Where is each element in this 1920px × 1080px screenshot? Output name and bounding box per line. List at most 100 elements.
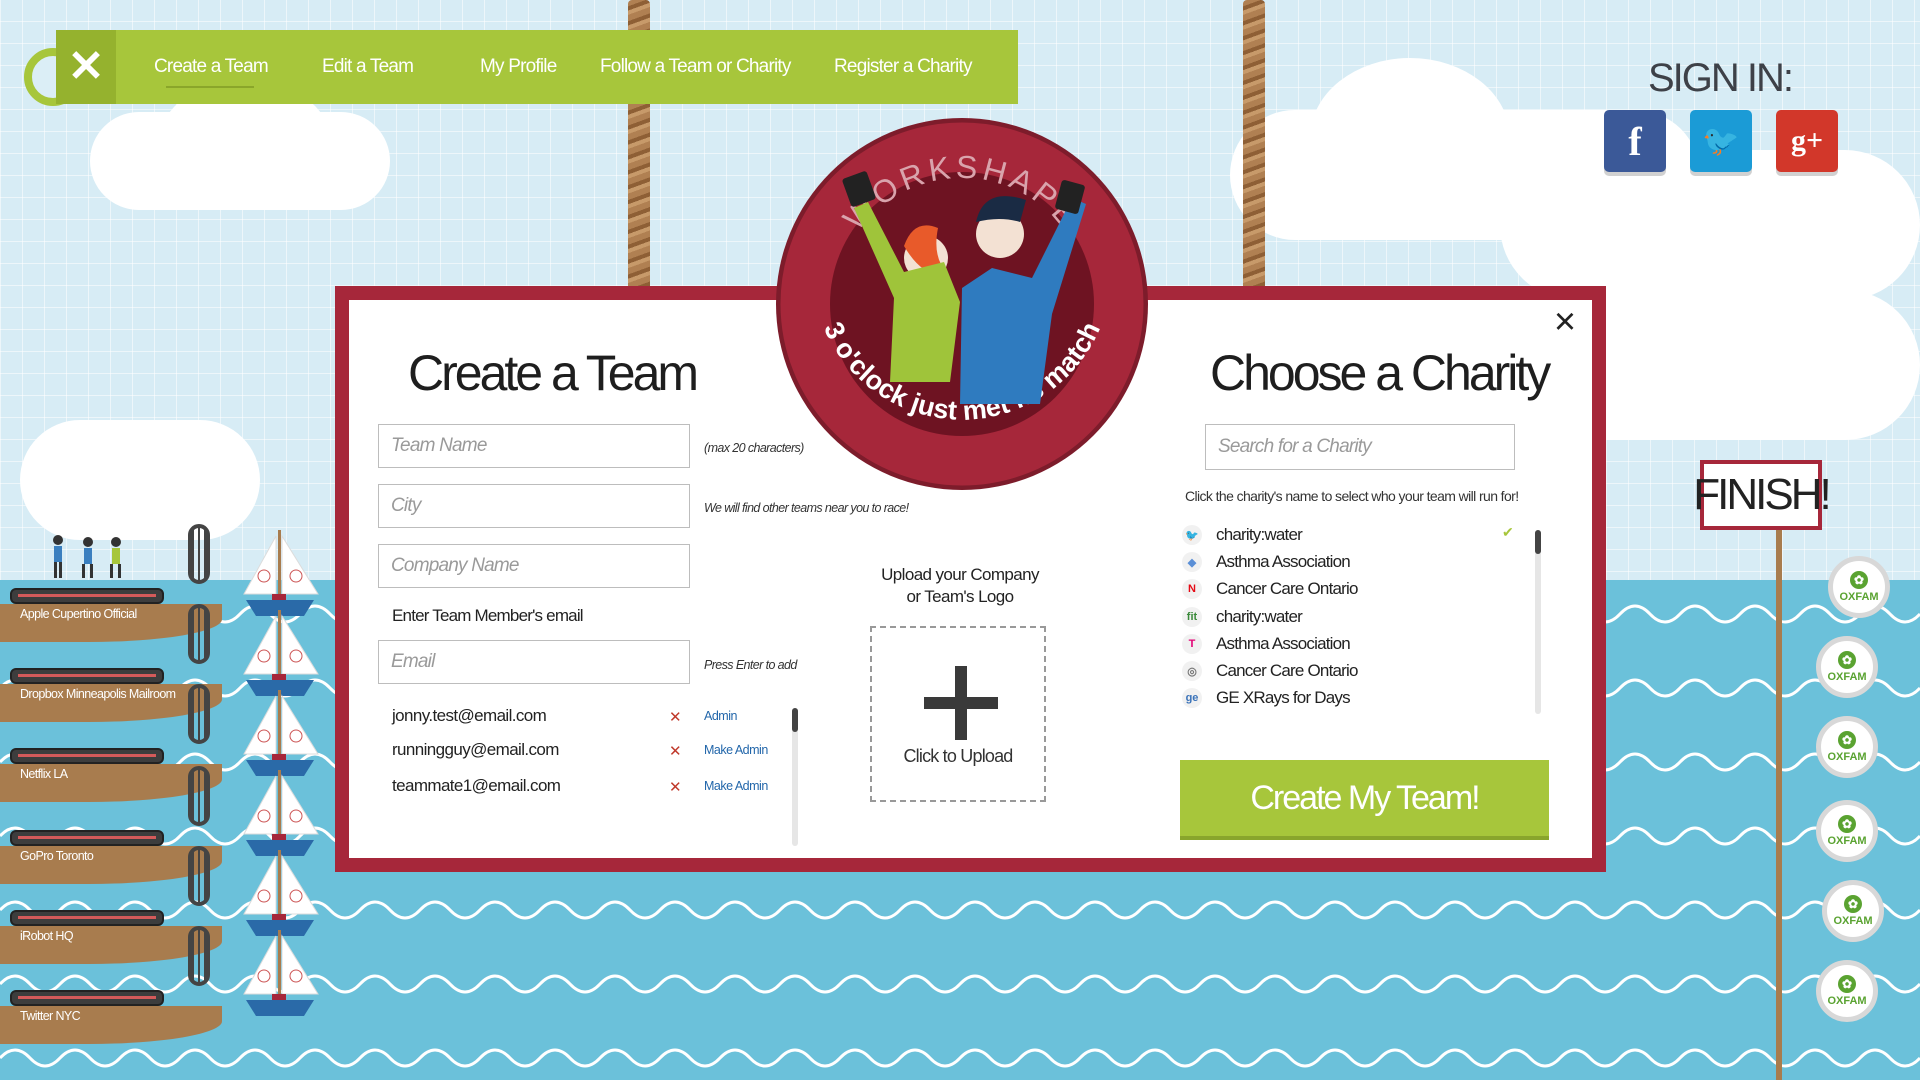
charity-option[interactable]: ◆ Asthma Association (1182, 551, 1351, 573)
city-input[interactable] (378, 484, 690, 528)
team-dock-label: Apple Cupertino Official (20, 607, 137, 621)
member-email-input[interactable] (378, 640, 690, 684)
remove-member-icon[interactable]: ✕ (669, 708, 682, 726)
nav-item-follow[interactable]: Follow a Team or Charity (600, 30, 791, 104)
charity-name: charity:water (1216, 525, 1303, 544)
oxfam-label: OXFAM (1839, 591, 1879, 603)
treadmill (10, 910, 164, 926)
members-scroll-thumb[interactable] (792, 708, 798, 732)
team-members-label: Enter Team Member's email (392, 606, 584, 625)
member-email: runningguy@email.com (392, 740, 559, 759)
oxfam-logo-icon: ✿ (1838, 651, 1856, 669)
gopro-icon: ◎ (1182, 661, 1202, 681)
nav-item-edit-team[interactable]: Edit a Team (322, 30, 414, 104)
charity-option[interactable]: N Cancer Care Ontario (1182, 578, 1358, 600)
oxfam-label: OXFAM (1827, 671, 1867, 683)
upload-logo-label: Upload your Company or Team's Logo (860, 564, 1060, 608)
oxfam-logo-icon: ✿ (1850, 571, 1868, 589)
nav-item-create-team[interactable]: Create a Team (154, 30, 269, 104)
oxfam-logo-icon: ✿ (1844, 895, 1862, 913)
oxfam-team-badge[interactable]: ✿ OXFAM (1822, 880, 1884, 942)
google-plus-icon: g+ (1790, 124, 1824, 157)
charity-name: Cancer Care Ontario (1216, 579, 1358, 599)
fitbit-icon: fit (1182, 606, 1202, 627)
members-scrollbar[interactable] (792, 708, 798, 846)
treadmill (10, 990, 164, 1006)
charity-instruction: Click the charity's name to select who y… (1185, 488, 1519, 504)
oxfam-label: OXFAM (1827, 835, 1867, 847)
twitter-icon: 🐦 (1702, 124, 1740, 158)
upload-button-text: Click to Upload (903, 746, 1013, 766)
facebook-signin-button[interactable]: f (1604, 110, 1666, 172)
make-admin-link[interactable]: Make Admin (704, 743, 768, 757)
nav-item-register-charity[interactable]: Register a Charity (834, 30, 972, 104)
remove-member-icon[interactable]: ✕ (669, 778, 682, 796)
oxfam-team-badge[interactable]: ✿ OXFAM (1816, 800, 1878, 862)
sailboat (243, 610, 319, 696)
oxfam-team-badge[interactable]: ✿ OXFAM (1816, 636, 1878, 698)
remove-member-icon[interactable]: ✕ (669, 742, 682, 760)
email-hint: Press Enter to add (704, 658, 797, 672)
google-plus-signin-button[interactable]: g+ (1776, 110, 1838, 172)
team-dock-label: GoPro Toronto (20, 849, 94, 863)
member-email: jonny.test@email.com (392, 706, 547, 725)
cloud (1310, 58, 1510, 218)
facebook-icon: f (1628, 118, 1642, 164)
charity-option[interactable]: ◎ Cancer Care Ontario (1182, 660, 1358, 682)
nav-item-my-profile[interactable]: My Profile (480, 30, 557, 104)
ge-icon: ge (1182, 688, 1202, 709)
netflix-icon: N (1182, 579, 1202, 600)
modal-close-button[interactable]: × (1548, 301, 1582, 343)
fan-icon (188, 766, 210, 826)
dropbox-icon: ◆ (1182, 552, 1202, 573)
twitter-signin-button[interactable]: 🐦 (1690, 110, 1752, 172)
sailboat (243, 690, 319, 776)
company-name-input[interactable] (378, 544, 690, 588)
twitter-icon: 🐦 (1182, 525, 1202, 545)
team-name-input[interactable] (378, 424, 690, 468)
make-admin-link[interactable]: Admin (704, 709, 737, 723)
tmobile-icon: T (1182, 633, 1202, 654)
oxfam-logo-icon: ✿ (1838, 975, 1856, 993)
create-my-team-button[interactable]: Create My Team! (1180, 760, 1549, 836)
oxfam-team-badge[interactable]: ✿ OXFAM (1828, 556, 1890, 618)
treadmill (10, 588, 164, 604)
charity-scroll-thumb[interactable] (1535, 530, 1541, 554)
treadmill (10, 668, 164, 684)
charity-name: Asthma Association (1216, 633, 1351, 653)
team-dock-label: Twitter NYC (20, 1009, 81, 1023)
upload-label-line1: Upload your Company (881, 565, 1039, 584)
finish-pole (1776, 530, 1782, 1080)
make-admin-link[interactable]: Make Admin (704, 779, 768, 793)
upload-label-line2: or Team's Logo (906, 587, 1015, 606)
charity-option[interactable]: ge GE XRays for Days (1182, 687, 1351, 709)
nav-close-button[interactable]: ✕ (56, 30, 116, 104)
choose-charity-heading: Choose a Charity (1210, 345, 1551, 401)
cloud (20, 420, 260, 540)
oxfam-logo-icon: ✿ (1838, 731, 1856, 749)
team-dock-label: iRobot HQ (20, 929, 74, 943)
plus-icon (924, 666, 998, 740)
fan-icon (188, 926, 210, 986)
close-icon: ✕ (67, 42, 105, 91)
charity-name: Asthma Association (1216, 552, 1351, 572)
charity-option[interactable]: 🐦 charity:water (1182, 524, 1303, 546)
workshape-badge: WORKSHAPE 3 o'clock just met its match (776, 118, 1148, 490)
active-nav-indicator (166, 86, 254, 88)
oxfam-team-badge[interactable]: ✿ OXFAM (1816, 716, 1878, 778)
team-name-hint: (max 20 characters) (704, 441, 804, 455)
charity-scrollbar[interactable] (1535, 530, 1541, 714)
oxfam-label: OXFAM (1827, 751, 1867, 763)
fan-icon (188, 604, 210, 664)
team-dock-label: Netflix LA (20, 767, 68, 781)
charity-option[interactable]: T Asthma Association (1182, 633, 1351, 655)
oxfam-team-badge[interactable]: ✿ OXFAM (1816, 960, 1878, 1022)
charity-name: GE XRays for Days (1216, 688, 1351, 708)
charity-name: Cancer Care Ontario (1216, 661, 1358, 680)
cloud (1500, 150, 1920, 300)
charity-option[interactable]: fit charity:water (1182, 606, 1303, 628)
rope-right (1243, 0, 1265, 290)
charity-search-input[interactable] (1205, 424, 1515, 470)
city-hint: We will find other teams near you to rac… (704, 501, 909, 515)
fan-icon (188, 846, 210, 906)
